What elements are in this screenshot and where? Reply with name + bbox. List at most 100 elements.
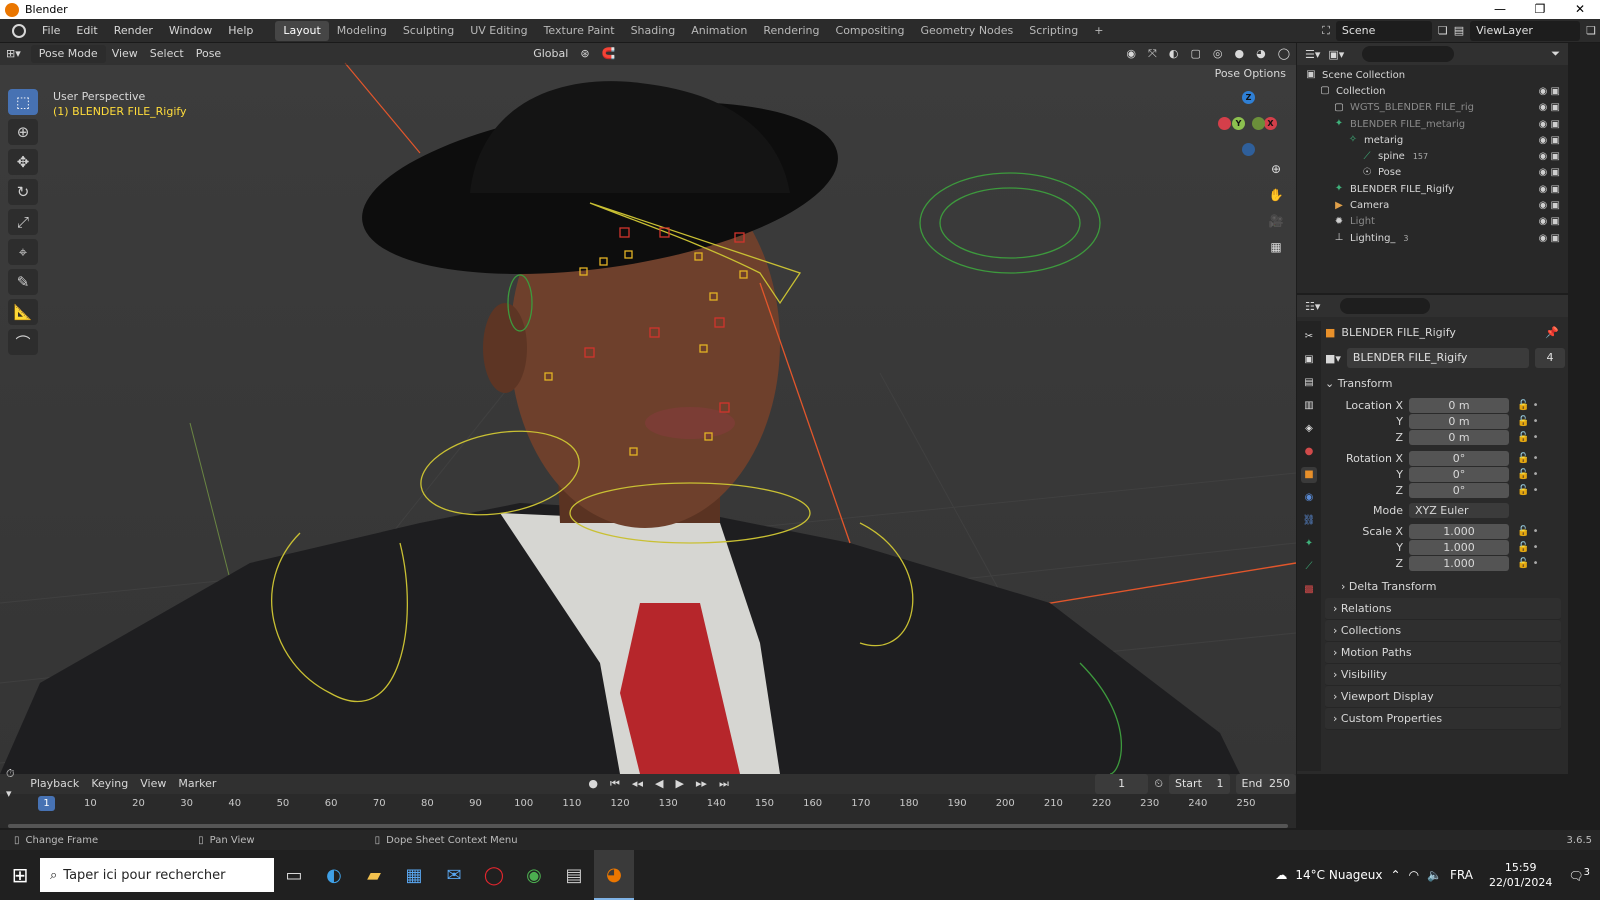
- neg-y-axis-icon[interactable]: [1252, 117, 1265, 130]
- frame-ruler[interactable]: 1 10 20 30 40 50 60 70 80 90 100 110 120 130 140 150 16…: [0, 794, 1296, 816]
- editor-type-icon[interactable]: ⊞▾: [0, 44, 27, 64]
- mail-icon[interactable]: ✉: [434, 850, 474, 900]
- datablock-icon[interactable]: ■▾: [1325, 352, 1341, 365]
- tray-chevron-icon[interactable]: ⌃: [1391, 868, 1401, 882]
- play-reverse-icon[interactable]: ◀: [649, 774, 669, 794]
- prev-key-icon[interactable]: ◂◂: [626, 774, 649, 794]
- menu-view[interactable]: View: [106, 44, 144, 64]
- 3d-viewport[interactable]: ⊞▾ Pose Mode View Select Pose Global ⊛ 🧲…: [0, 43, 1296, 774]
- chrome-icon[interactable]: ◉: [514, 850, 554, 900]
- panel-visibility[interactable]: › Visibility: [1325, 663, 1561, 686]
- rotate-icon[interactable]: ↻: [8, 179, 38, 205]
- menu-timeline-view[interactable]: View: [134, 774, 172, 794]
- constraint-tab-icon[interactable]: ⛓: [1301, 513, 1317, 529]
- playhead[interactable]: 1: [38, 796, 55, 811]
- minimize-button[interactable]: —: [1480, 0, 1520, 19]
- menu-keying[interactable]: Keying: [85, 774, 134, 794]
- jump-end-icon[interactable]: ⏭: [713, 774, 735, 794]
- annotate-icon[interactable]: ✎: [8, 269, 38, 295]
- world-tab-icon[interactable]: ●: [1301, 444, 1317, 460]
- transform-panel-header[interactable]: ⌄ Transform: [1325, 373, 1565, 395]
- opera-icon[interactable]: ◯: [474, 850, 514, 900]
- measure-icon[interactable]: 📐: [8, 299, 38, 325]
- visibility-toggle-icon[interactable]: ◉ ▣: [1539, 151, 1560, 162]
- lock-icon[interactable]: 🔓 •: [1517, 400, 1539, 411]
- scale-icon[interactable]: ⤢: [8, 209, 38, 235]
- panel-motion-paths[interactable]: › Motion Paths: [1325, 641, 1561, 664]
- lock-icon[interactable]: 🔓 •: [1517, 485, 1539, 496]
- panel-viewport-display[interactable]: › Viewport Display: [1325, 685, 1561, 708]
- visibility-toggle-icon[interactable]: ◉ ▣: [1539, 102, 1560, 113]
- visibility-toggle-icon[interactable]: ◉ ▣: [1539, 86, 1560, 97]
- viewport-scene[interactable]: [0, 43, 1296, 774]
- visibility-toggle-icon[interactable]: ◉ ▣: [1539, 135, 1560, 146]
- transform-icon[interactable]: ⌖: [8, 239, 38, 265]
- outliner-row[interactable]: ✦ BLENDER FILE_Rigify ◉ ▣: [1297, 181, 1568, 197]
- new-view-layer-icon[interactable]: ❏: [1586, 21, 1596, 41]
- lock-icon[interactable]: 🔓 •: [1517, 453, 1539, 464]
- panel-collections[interactable]: › Collections: [1325, 619, 1561, 642]
- pivot-icon[interactable]: ⊛: [574, 44, 595, 64]
- view-layer-tab-icon[interactable]: ▥: [1301, 398, 1317, 414]
- outliner-search-input[interactable]: [1362, 46, 1455, 62]
- gizmo-toggle-icon[interactable]: ⤧: [1142, 44, 1163, 64]
- outliner-editor-icon[interactable]: ☰▾: [1305, 48, 1320, 61]
- outliner-row[interactable]: ✧ metarig ◉ ▣: [1297, 132, 1568, 148]
- tool-tab-icon[interactable]: ✂: [1301, 329, 1317, 345]
- menu-playback[interactable]: Playback: [24, 774, 85, 794]
- tab-geometry-nodes[interactable]: Geometry Nodes: [912, 21, 1021, 41]
- rotation-value-field[interactable]: 0°: [1409, 483, 1509, 499]
- outliner-row[interactable]: ▢ Collection ◉ ▣: [1297, 83, 1568, 99]
- armature-data-tab-icon[interactable]: ✦: [1301, 536, 1317, 552]
- object-tab-icon[interactable]: ■: [1301, 467, 1317, 483]
- lock-icon[interactable]: 🔓 •: [1517, 416, 1539, 427]
- shading-solid-icon[interactable]: ●: [1228, 44, 1250, 64]
- neg-z-axis-icon[interactable]: [1242, 143, 1255, 156]
- rotation-mode-dropdown[interactable]: XYZ Euler: [1409, 503, 1509, 519]
- pan-hand-icon[interactable]: ✋: [1266, 185, 1286, 205]
- taskbar-search-input[interactable]: ⌕ Taper ici pour rechercher: [40, 858, 274, 892]
- weather-icon[interactable]: ☁: [1275, 868, 1287, 882]
- outliner-row[interactable]: ⟋ spine 157 ◉ ▣: [1297, 148, 1568, 164]
- navigation-gizmo[interactable]: Z X Y: [1218, 91, 1278, 157]
- shading-material-icon[interactable]: ◕: [1250, 44, 1272, 64]
- tab-uv-editing[interactable]: UV Editing: [462, 21, 535, 41]
- menu-edit[interactable]: Edit: [68, 19, 105, 43]
- blender-menu-icon[interactable]: [12, 23, 26, 38]
- windows-start-icon[interactable]: ⊞: [0, 850, 40, 900]
- datablock-name-field[interactable]: BLENDER FILE_Rigify: [1346, 348, 1529, 368]
- store-icon[interactable]: ▦: [394, 850, 434, 900]
- app-icon[interactable]: ▤: [554, 850, 594, 900]
- user-count[interactable]: 4: [1535, 348, 1565, 368]
- mode-dropdown[interactable]: Pose Mode: [30, 45, 106, 63]
- visibility-toggle-icon[interactable]: ◉ ▣: [1539, 119, 1560, 130]
- pose-options-dropdown[interactable]: Pose Options: [1215, 67, 1286, 81]
- task-view-icon[interactable]: ▭: [274, 850, 314, 900]
- jump-start-icon[interactable]: ⏮: [604, 774, 626, 794]
- bone-tab-icon[interactable]: ⟋: [1301, 559, 1317, 575]
- play-icon[interactable]: ▶: [669, 774, 689, 794]
- select-box-icon[interactable]: ⬚: [8, 89, 38, 115]
- z-axis-icon[interactable]: Z: [1242, 91, 1255, 104]
- notification-icon[interactable]: 🗨3: [1568, 867, 1590, 883]
- rotation-value-field[interactable]: 0°: [1409, 466, 1509, 482]
- shading-rendered-icon[interactable]: ◯: [1272, 44, 1296, 64]
- tab-rendering[interactable]: Rendering: [755, 21, 827, 41]
- location-value-field[interactable]: 0 m: [1409, 413, 1509, 429]
- properties-search-input[interactable]: [1340, 298, 1431, 314]
- x-axis-icon[interactable]: X: [1264, 117, 1277, 130]
- scale-value-field[interactable]: 1.000: [1409, 540, 1509, 556]
- modifier-tab-icon[interactable]: ◉: [1301, 490, 1317, 506]
- start-frame-field[interactable]: Start 1: [1169, 774, 1230, 794]
- xray-icon[interactable]: ▢: [1184, 44, 1206, 64]
- cursor-icon[interactable]: ⊕: [8, 119, 38, 145]
- location-value-field[interactable]: 0 m: [1409, 430, 1509, 446]
- lock-icon[interactable]: 🔓 •: [1517, 432, 1539, 443]
- outliner-row[interactable]: ✹ Light ◉ ▣: [1297, 214, 1568, 230]
- maximize-button[interactable]: ❐: [1520, 0, 1560, 19]
- outliner-row[interactable]: ▣ Scene Collection: [1297, 67, 1568, 83]
- bone-pose-icon[interactable]: ⌒: [8, 329, 38, 355]
- panel-custom-properties[interactable]: › Custom Properties: [1325, 707, 1561, 730]
- close-button[interactable]: ✕: [1560, 0, 1600, 19]
- tab-texture-paint[interactable]: Texture Paint: [536, 21, 623, 41]
